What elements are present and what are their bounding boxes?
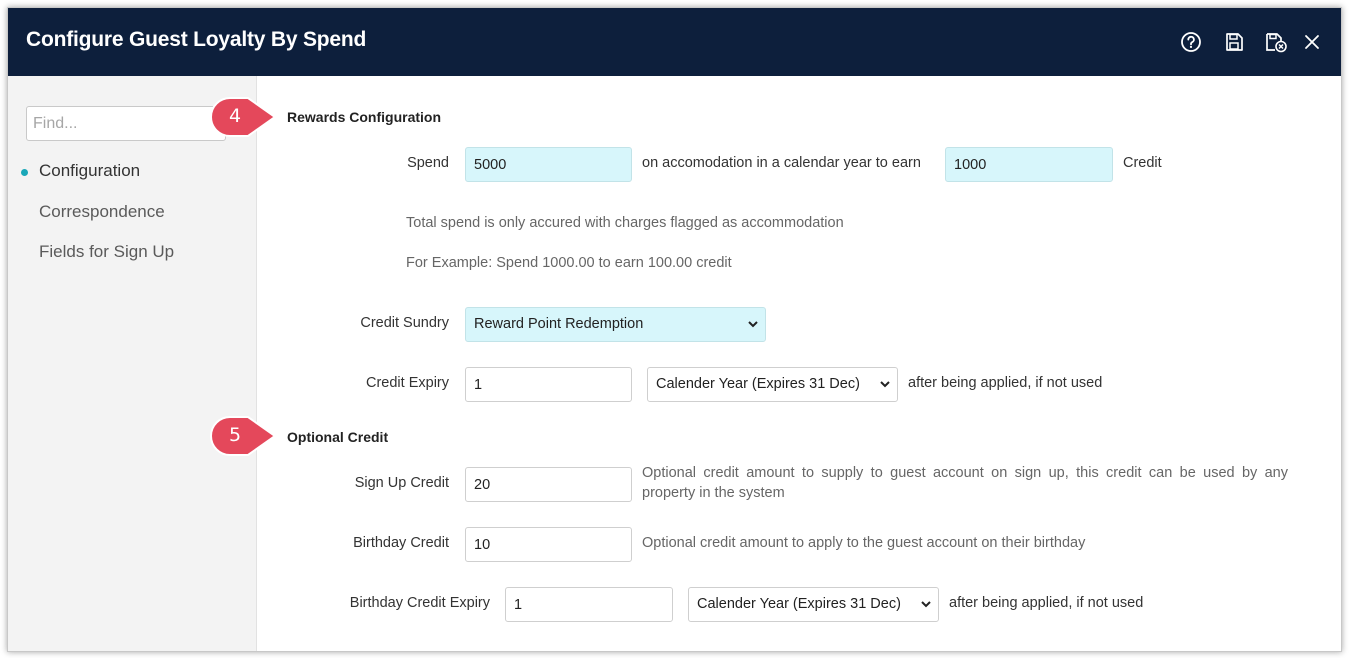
- optional-section-title: Optional Credit: [287, 429, 389, 445]
- birthday-credit-input[interactable]: [465, 527, 632, 562]
- chevron-down-icon: [880, 381, 890, 388]
- signup-credit-label: Sign Up Credit: [354, 475, 449, 491]
- active-indicator-dot: [21, 169, 28, 176]
- spend-help-text: Total spend is only accured with charges…: [406, 215, 844, 231]
- credit-sundry-label: Credit Sundry: [360, 315, 449, 331]
- rewards-section-title: Rewards Configuration: [287, 109, 442, 125]
- credit-expiry-input[interactable]: [465, 367, 632, 402]
- spend-label: Spend: [407, 155, 449, 171]
- credit-suffix-text: Credit: [1123, 155, 1162, 171]
- spend-description-text: on accomodation in a calendar year to ea…: [642, 155, 921, 171]
- find-input[interactable]: [26, 106, 226, 141]
- save-icon[interactable]: [1223, 31, 1245, 53]
- earn-credit-input[interactable]: [945, 147, 1113, 182]
- window-title: Configure Guest Loyalty By Spend: [26, 28, 367, 51]
- step-marker-5-label: 5: [228, 424, 242, 446]
- signup-help-line1: Optional credit amount to supply to gues…: [642, 465, 1288, 481]
- spend-input[interactable]: [465, 147, 632, 182]
- birthday-expiry-unit-select[interactable]: Calender Year (Expires 31 Dec): [688, 587, 939, 622]
- credit-sundry-value: Reward Point Redemption: [474, 316, 644, 332]
- help-icon[interactable]: [1180, 31, 1202, 53]
- step-marker-4: 4: [210, 96, 277, 138]
- close-icon[interactable]: [1301, 31, 1323, 53]
- title-bar: Configure Guest Loyalty By Spend: [8, 8, 1341, 76]
- chevron-down-icon: [921, 601, 931, 608]
- dialog-window: Configure Guest Loyalty By Spend Confi: [7, 7, 1342, 652]
- credit-sundry-select[interactable]: Reward Point Redemption: [465, 307, 766, 342]
- step-marker-5: 5: [210, 415, 277, 457]
- sidebar-item-configuration[interactable]: Configuration: [39, 161, 140, 181]
- sidebar: Configuration Correspondence Fields for …: [8, 76, 257, 651]
- credit-expiry-unit-select[interactable]: Calender Year (Expires 31 Dec): [647, 367, 898, 402]
- chevron-down-icon: [748, 321, 758, 328]
- example-help-text: For Example: Spend 1000.00 to earn 100.0…: [406, 255, 732, 271]
- credit-expiry-unit-value: Calender Year (Expires 31 Dec): [656, 376, 860, 392]
- birthday-credit-label: Birthday Credit: [353, 535, 449, 551]
- birthday-expiry-suffix: after being applied, if not used: [949, 595, 1144, 611]
- birthday-expiry-label: Birthday Credit Expiry: [349, 595, 490, 611]
- step-marker-4-label: 4: [228, 105, 242, 127]
- birthday-expiry-input[interactable]: [505, 587, 673, 622]
- birthday-help-text: Optional credit amount to apply to the g…: [642, 535, 1086, 551]
- birthday-expiry-unit-value: Calender Year (Expires 31 Dec): [697, 596, 901, 612]
- credit-expiry-label: Credit Expiry: [366, 375, 449, 391]
- signup-credit-input[interactable]: [465, 467, 632, 502]
- save-close-icon[interactable]: [1264, 31, 1288, 53]
- credit-expiry-suffix: after being applied, if not used: [908, 375, 1103, 391]
- sidebar-item-fields-for-sign-up[interactable]: Fields for Sign Up: [39, 242, 174, 262]
- sidebar-item-correspondence[interactable]: Correspondence: [39, 202, 165, 222]
- signup-help-line2: property in the system: [642, 485, 785, 501]
